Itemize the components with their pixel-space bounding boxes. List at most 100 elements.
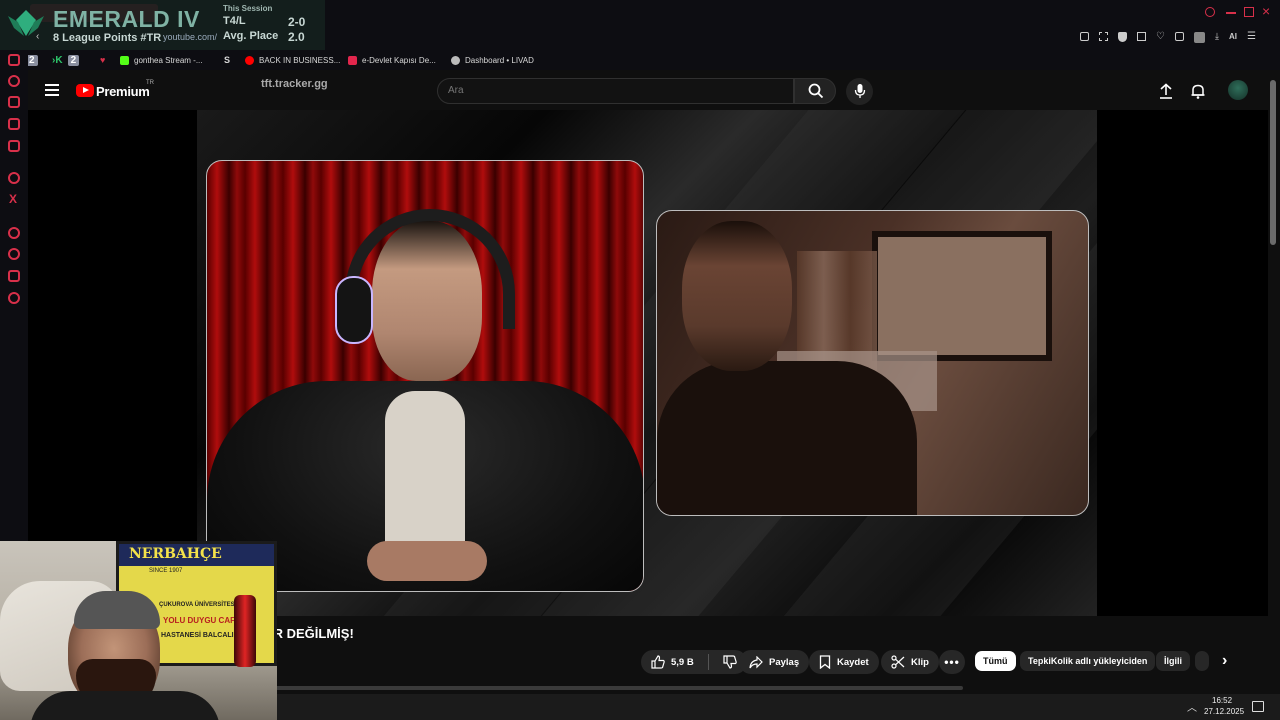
chip-uploader[interactable]: TepkiKolik adlı yükleyiciden (1020, 651, 1156, 671)
scissors-icon (891, 655, 905, 669)
reader-icon[interactable] (1137, 32, 1146, 41)
bookmark-item[interactable]: Dashboard • LIVAD (451, 50, 534, 70)
person-body (657, 361, 917, 515)
video-title: IR DEĞİLMİŞ! (270, 626, 354, 641)
session-label: This Session (223, 4, 273, 13)
profile-icon[interactable] (1193, 32, 1205, 43)
like-count: 5,9 B (671, 656, 694, 668)
save-button[interactable]: Kaydet (809, 650, 879, 674)
maximize-icon[interactable] (1244, 7, 1254, 17)
extensions-bar: ♡ ⤓ AI ☰ (1080, 32, 1270, 46)
bookmarks-bar: 2 ›K 2 ♥ gonthea Stream -... S BACK IN B… (0, 50, 1280, 70)
share-button[interactable]: Paylaş (739, 650, 810, 674)
notification-center-icon[interactable] (1252, 701, 1264, 712)
bookmark-item[interactable]: ♥ (100, 50, 105, 70)
person-head (682, 221, 792, 371)
chip-partial[interactable] (1195, 651, 1209, 671)
add-icon[interactable] (8, 227, 20, 239)
clock-date[interactable]: 27.12.2025 (1204, 707, 1244, 716)
youtube-icon (245, 55, 254, 65)
microphone-icon (854, 84, 866, 98)
stat-value: 2-0 (288, 15, 306, 29)
search-box (437, 78, 794, 104)
wallet-icon[interactable] (8, 96, 20, 108)
hands (367, 541, 487, 581)
bookmark-item[interactable]: e-Devlet Kapısı De... (348, 50, 436, 70)
clip-button[interactable]: Klip (881, 650, 939, 674)
web-icon[interactable] (8, 172, 20, 184)
emerald-rank-icon (8, 10, 44, 36)
pin-icon[interactable] (1080, 32, 1089, 41)
avatar[interactable] (1228, 80, 1248, 100)
upload-icon[interactable] (1158, 83, 1174, 99)
x-icon[interactable]: X (9, 192, 17, 206)
stat-label: T4/L (223, 15, 246, 27)
person-shirt (385, 391, 465, 551)
clock-time[interactable]: 16:52 (1212, 696, 1232, 705)
webcam-feed: NERBAHÇE SINCE 1907 ÇUKUROVA ÜNİVERSİTES… (0, 541, 277, 720)
twitch-icon[interactable] (8, 140, 20, 152)
sign-text: NERBAHÇE (129, 546, 222, 562)
share-icon (749, 655, 763, 668)
youtube-brand[interactable]: Premium (96, 84, 150, 99)
chips-scrollbar[interactable] (260, 686, 963, 690)
sync-icon[interactable] (8, 75, 20, 87)
settings-icon[interactable] (8, 292, 20, 304)
history-icon[interactable] (8, 54, 20, 66)
close-icon[interactable]: × (1262, 3, 1270, 19)
streamer-body (30, 691, 220, 720)
kick-icon (120, 55, 129, 65)
back-icon[interactable]: ‹ (36, 31, 39, 42)
screenshot-icon[interactable] (1099, 32, 1108, 41)
search-icon[interactable] (1205, 7, 1215, 17)
save-label: Kaydet (837, 656, 869, 668)
heart-icon[interactable]: ♡ (1156, 32, 1165, 46)
bookmark-item[interactable]: gonthea Stream -... (120, 50, 202, 70)
streamer-cap (74, 591, 160, 629)
video-panel-right (656, 210, 1089, 516)
edevlet-icon (348, 55, 357, 65)
chip-all[interactable]: Tümü (975, 651, 1016, 671)
voice-search-button[interactable] (846, 78, 873, 105)
bookmark-item[interactable]: BACK IN BUSINESS... (245, 50, 340, 70)
microphone (234, 595, 256, 667)
ai-button[interactable]: AI (1229, 32, 1237, 46)
hamburger-menu-icon[interactable] (45, 84, 59, 96)
chip-related[interactable]: İlgili (1156, 651, 1190, 671)
bookmark-item[interactable]: S (224, 50, 230, 70)
stat-label: Avg. Place (223, 30, 279, 42)
bookmark-item[interactable]: ›K 2 (52, 50, 80, 70)
chevron-right-icon[interactable]: › (1222, 652, 1227, 670)
like-button[interactable]: 5,9 B (641, 650, 747, 674)
youtube-logo-icon[interactable] (76, 84, 94, 97)
more-icon: ••• (944, 655, 960, 669)
minimize-icon[interactable] (1226, 12, 1236, 14)
picture-frame (872, 231, 1052, 361)
url-fragment: youtube.com/ (163, 32, 218, 42)
video-panel-left (206, 160, 644, 592)
share-label: Paylaş (769, 656, 800, 668)
clip-label: Klip (911, 656, 929, 668)
more-actions-button[interactable]: ••• (939, 650, 965, 674)
clock-icon[interactable] (8, 248, 20, 260)
dashboard-icon (451, 55, 460, 65)
sign-text: SINCE 1907 (149, 568, 183, 574)
download-icon[interactable]: ⤓ (1215, 32, 1219, 46)
headphone-cup (335, 276, 373, 344)
search-icon (808, 83, 824, 99)
thumbs-down-icon[interactable] (723, 655, 737, 669)
tracker-watermark: tft.tracker.gg (261, 78, 328, 90)
chat-icon[interactable] (8, 118, 20, 130)
bookmark-icon (819, 655, 831, 669)
search-input[interactable] (448, 85, 778, 96)
league-points: 8 League Points #TR (53, 32, 162, 44)
chevron-up-icon[interactable]: ︿ (1187, 699, 1197, 714)
menu-icon[interactable]: ☰ (1247, 32, 1256, 46)
search-button[interactable] (794, 78, 836, 104)
extensions-icon[interactable] (1174, 32, 1184, 41)
notification-bell-icon[interactable] (1190, 83, 1206, 99)
send-icon[interactable] (8, 270, 20, 282)
shield-icon[interactable] (1118, 32, 1127, 42)
page-scrollbar[interactable] (1270, 80, 1276, 245)
heart-icon: ♥ (100, 55, 106, 65)
